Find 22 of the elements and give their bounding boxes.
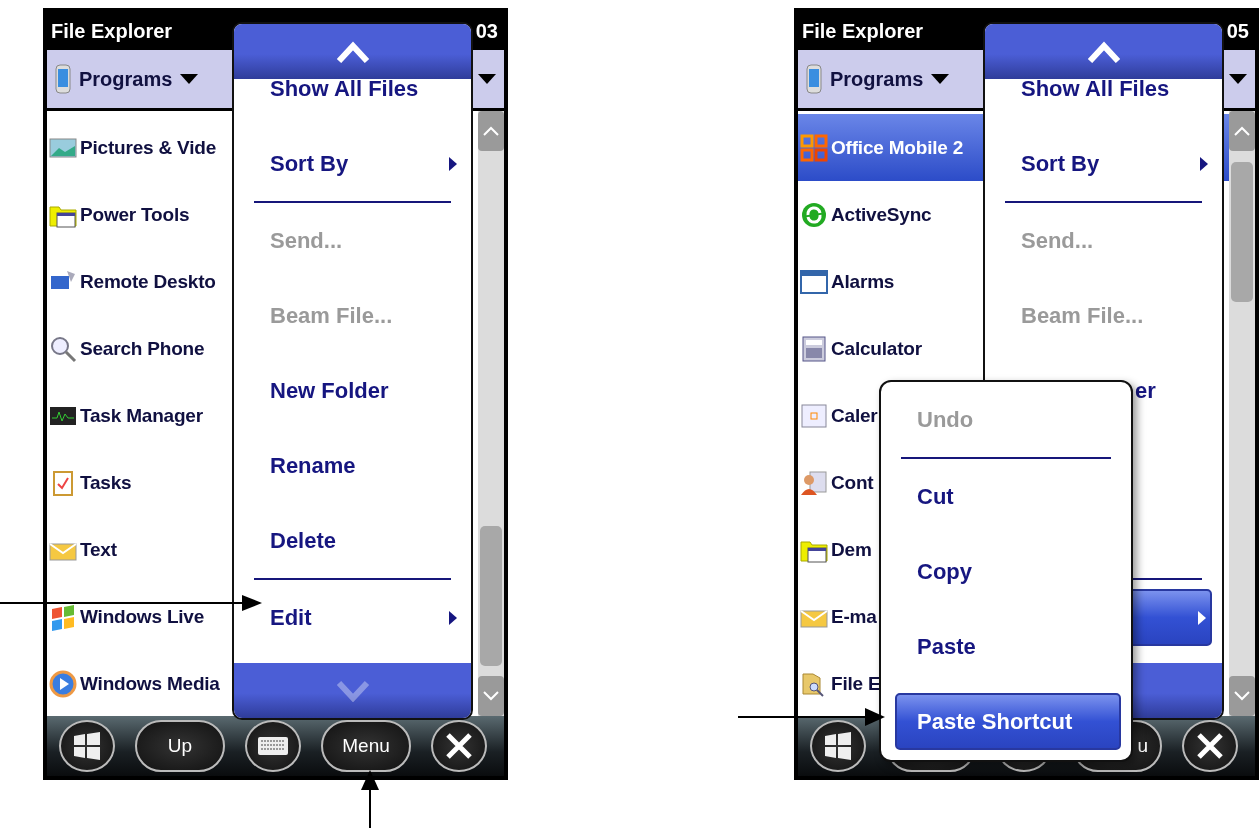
menu-item-label: Paste: [917, 633, 976, 660]
menu-item-label: Send...: [1021, 227, 1094, 254]
menu-item-label: Edit: [270, 604, 312, 631]
window-title: File Explorer: [51, 19, 173, 43]
menu-item-label: Copy: [917, 558, 972, 585]
menu-item-label: Rename: [270, 452, 356, 479]
menu-item-label: Beam File...: [1021, 302, 1144, 329]
menu-item-label: Sort By: [270, 150, 349, 177]
menu-item-label: Show All Files: [270, 79, 419, 102]
menu-item-label: Show All Files: [1021, 79, 1170, 102]
clock: 05: [1226, 19, 1249, 43]
menu-item-label: Send...: [270, 227, 343, 254]
menu-item-label: Undo: [917, 406, 974, 433]
menu-item-label: Cut: [917, 483, 954, 510]
menu-item-label: Sort By: [1021, 150, 1100, 177]
menu-item-label: Paste Shortcut: [917, 708, 1073, 735]
clock: 03: [475, 19, 498, 43]
window-title: File Explorer: [802, 19, 924, 43]
menu-item-label: New Folder: [270, 377, 389, 404]
menu-item-label: Delete: [270, 527, 337, 554]
menu-item-label: er: [1135, 377, 1156, 404]
menu-item-label: Beam File...: [270, 302, 393, 329]
